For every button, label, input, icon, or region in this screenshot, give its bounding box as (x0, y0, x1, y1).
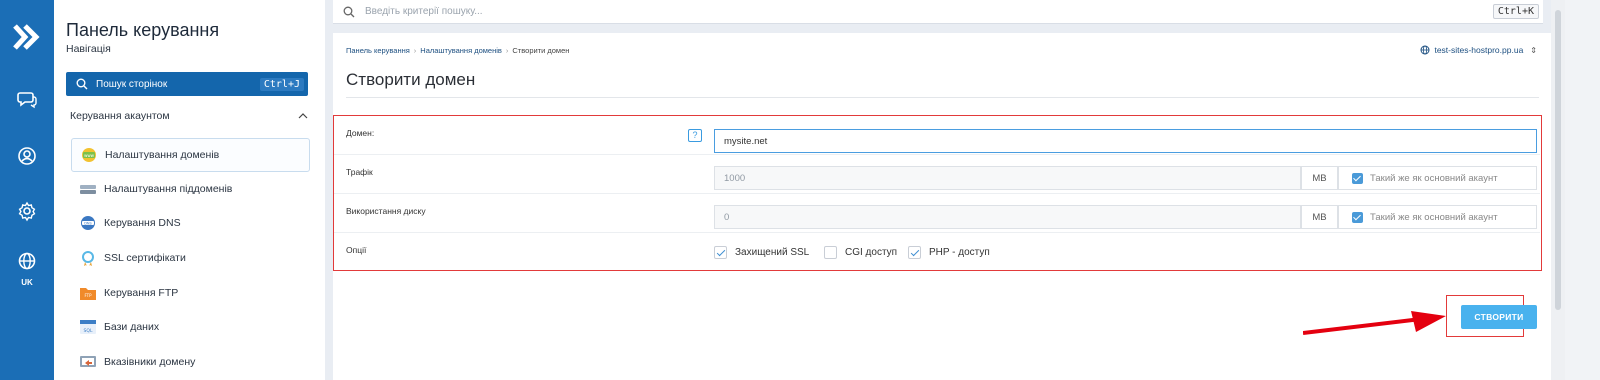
sidebar-item-label: Керування DNS (104, 217, 181, 229)
svg-text:SQL: SQL (84, 328, 93, 334)
chevron-up-icon (298, 113, 308, 119)
disk-label: Використання диску (346, 206, 426, 216)
sidebar-item-ssl[interactable]: SSL сертифікати (71, 241, 310, 275)
sidebar-item-label: Вказівники домену (104, 356, 196, 368)
sidebar-item-label: SSL сертифікати (104, 252, 186, 264)
sidebar-item-domain-settings[interactable]: www Налаштування доменів (71, 138, 310, 172)
search-icon (343, 6, 355, 17)
same-as-main-label: Такий же як основний акаунт (1370, 211, 1498, 223)
right-gutter (1565, 0, 1600, 380)
ftp-icon: FTP (80, 288, 96, 300)
scrollbar-thumb[interactable] (1555, 10, 1561, 310)
chevron-right-icon: › (413, 46, 417, 55)
account-management-group[interactable]: Керування акаунтом (70, 106, 308, 126)
disk-input[interactable]: 0 (714, 205, 1301, 229)
scrollbar[interactable] (1551, 0, 1565, 380)
sidebar-item-label: Бази даних (104, 321, 160, 333)
language-label[interactable]: UK (0, 278, 54, 287)
settings-icon[interactable] (16, 200, 38, 222)
domain-input[interactable]: mysite.net (714, 129, 1537, 153)
global-search-bar[interactable]: Введіть критерії пошуку... Ctrl+K (333, 0, 1543, 24)
page-search-shortcut: Ctrl+J (259, 77, 304, 91)
option-label: Захищений SSL (735, 247, 810, 258)
domain-form: Домен: ? mysite.net Трафік 1000 MB Такий… (333, 115, 1542, 271)
annotation-arrow-icon (1303, 311, 1446, 335)
group-label: Керування акаунтом (70, 110, 170, 122)
traffic-input[interactable]: 1000 (714, 166, 1301, 190)
nav-subtitle: Навігація (66, 43, 111, 55)
option-label: CGI доступ (845, 247, 898, 258)
search-icon (76, 78, 88, 90)
divider (346, 97, 1539, 98)
option-cgi[interactable]: CGI доступ (824, 246, 897, 259)
create-button[interactable]: СТВОРИТИ (1461, 305, 1537, 329)
site-selector[interactable]: test-sites-hostpro.pp.ua ⇕ (1420, 45, 1537, 55)
breadcrumb: Панель керування › Налаштування доменів … (346, 46, 569, 55)
nav-title: Панель керування (66, 20, 220, 40)
breadcrumb-item-current: Створити домен (512, 46, 570, 55)
svg-text:FTP: FTP (84, 293, 92, 298)
checkbox-checked-icon (1352, 211, 1363, 223)
database-icon: SQL (80, 320, 96, 334)
ssl-icon (82, 251, 94, 266)
disk-unit: MB (1301, 205, 1338, 229)
option-php[interactable]: PHP - доступ (908, 246, 990, 259)
globe-icon (1420, 45, 1430, 55)
dns-icon: DNS (81, 216, 95, 230)
page-search-label: Пошук сторінок (96, 78, 168, 90)
chat-icon[interactable] (16, 88, 38, 110)
svg-text:www: www (84, 153, 95, 158)
sidebar-item-label: Налаштування піддоменів (104, 183, 233, 195)
sidebar-item-label: Керування FTP (104, 287, 179, 299)
sidebar-item-databases[interactable]: SQL Бази даних (71, 310, 310, 344)
user-icon[interactable] (16, 145, 38, 167)
sidebar-item-domain-pointers[interactable]: Вказівники домену (71, 345, 310, 379)
cgi-checkbox[interactable] (824, 246, 837, 259)
icon-rail: UK (0, 0, 54, 380)
logo-icon[interactable] (12, 22, 42, 52)
page-title: Створити домен (346, 70, 476, 89)
domain-pointer-icon (80, 356, 96, 367)
help-icon[interactable]: ? (688, 129, 702, 142)
highlight-frame: СТВОРИТИ (1446, 295, 1537, 337)
options-row: Опції Захищений SSL CGI доступ PHP - дос… (334, 233, 1540, 272)
checkbox-checked-icon (1352, 172, 1363, 184)
sidebar-item-label: Налаштування доменів (105, 149, 220, 161)
sidebar-item-subdomains[interactable]: Налаштування піддоменів (71, 172, 310, 206)
php-checkbox[interactable] (908, 246, 921, 259)
global-search-shortcut: Ctrl+K (1492, 4, 1539, 19)
breadcrumb-item-domain-settings[interactable]: Налаштування доменів (420, 46, 502, 55)
navigation-sidebar: Панель керування Навігація Пошук сторіно… (54, 0, 325, 380)
option-label: PHP - доступ (929, 247, 990, 258)
chevron-right-icon: › (505, 46, 509, 55)
global-search-input[interactable]: Введіть критерії пошуку... (365, 6, 483, 17)
breadcrumb-item-panel[interactable]: Панель керування (346, 46, 410, 55)
option-ssl[interactable]: Захищений SSL (714, 246, 809, 259)
options-label: Опції (346, 245, 367, 255)
traffic-same-as-main-checkbox[interactable]: Такий же як основний акаунт (1338, 166, 1537, 190)
domain-settings-icon: www (82, 148, 96, 162)
domain-label: Домен: (346, 128, 375, 138)
traffic-label: Трафік (346, 167, 373, 177)
ssl-checkbox[interactable] (714, 246, 727, 259)
disk-same-as-main-checkbox[interactable]: Такий же як основний акаунт (1338, 205, 1537, 229)
globe-icon[interactable] (16, 250, 38, 272)
page-search-button[interactable]: Пошук сторінок Ctrl+J (66, 72, 308, 96)
traffic-row: Трафік 1000 MB Такий же як основний акау… (334, 155, 1540, 194)
same-as-main-label: Такий же як основний акаунт (1370, 172, 1498, 184)
site-name: test-sites-hostpro.pp.ua (1434, 45, 1524, 55)
domain-row: Домен: ? mysite.net (334, 116, 1540, 155)
sidebar-item-ftp[interactable]: FTP Керування FTP (71, 276, 310, 310)
sidebar-item-dns[interactable]: DNS Керування DNS (71, 206, 310, 240)
subdomain-icon (80, 185, 96, 194)
svg-text:DNS: DNS (84, 222, 92, 226)
disk-row: Використання диску 0 MB Такий же як осно… (334, 194, 1540, 233)
sort-chevron-icon: ⇕ (1530, 45, 1537, 55)
traffic-unit: MB (1301, 166, 1338, 190)
